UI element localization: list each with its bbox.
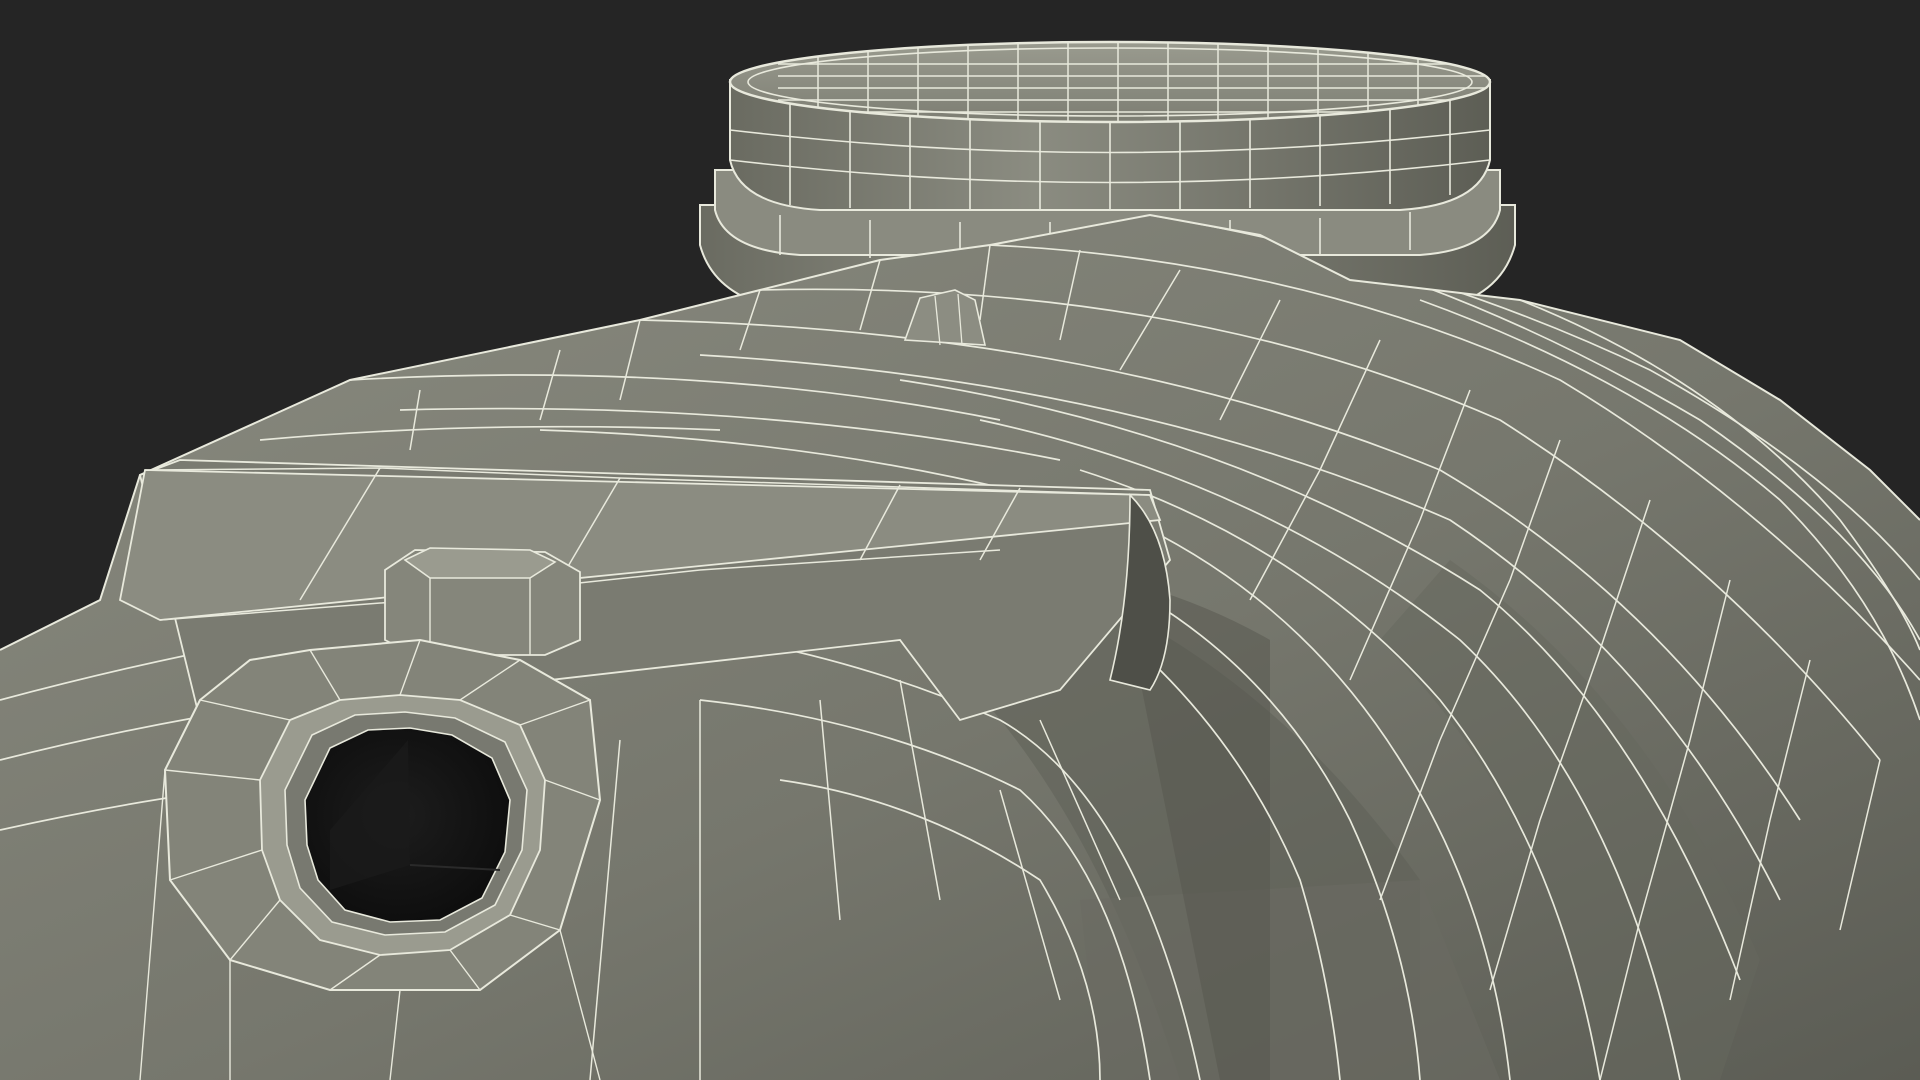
vent-nut (384, 547, 581, 656)
render-viewport (0, 0, 1920, 1080)
wireframe-render (0, 0, 1920, 1080)
